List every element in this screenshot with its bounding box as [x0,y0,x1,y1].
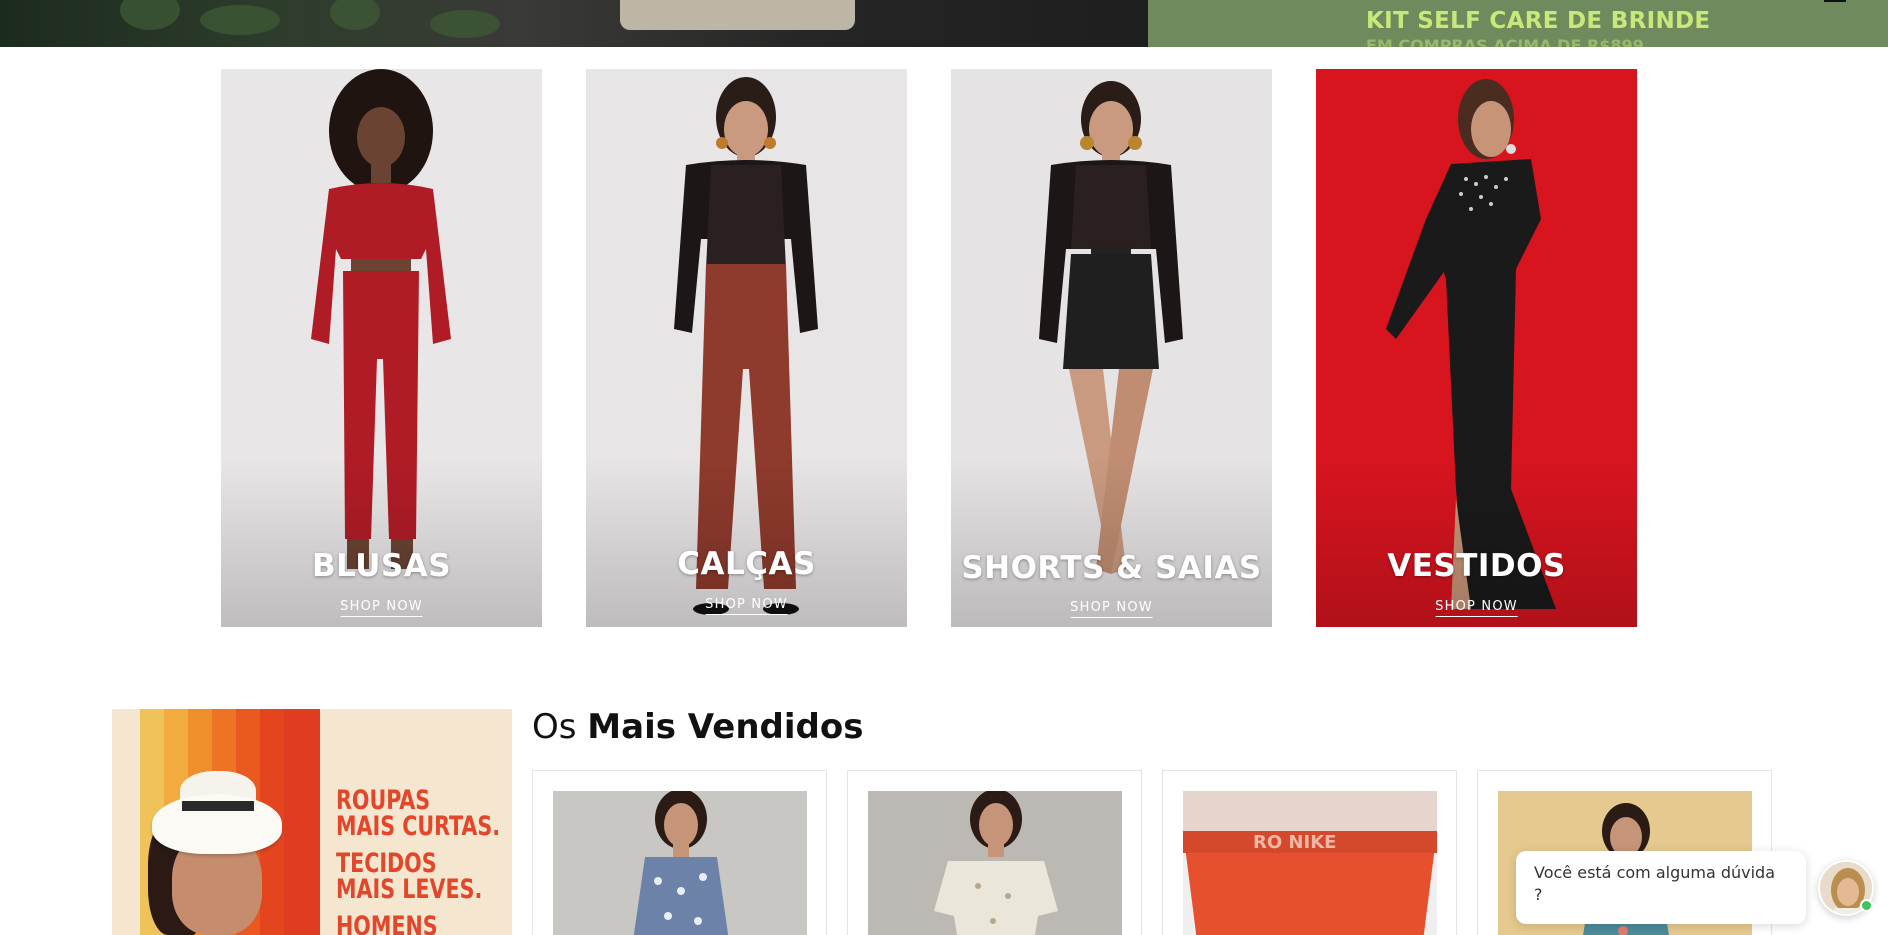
product-card[interactable]: RO NIKE [1162,770,1457,935]
online-status-icon [1860,899,1873,912]
category-title: SHORTS & SAIAS [961,550,1262,586]
product-image [868,791,1122,935]
hero-model-figure [620,0,855,30]
hero-image-left [0,0,1148,47]
chat-message: Você está com alguma dúvida ? [1534,863,1776,904]
promo-title: KIT SELF CARE DE BRINDE [1366,8,1711,34]
section-title-best-sellers: Os Mais Vendidos [532,707,864,747]
shop-now-link[interactable]: SHOP NOW [1070,600,1153,618]
product-card[interactable] [847,770,1142,935]
hero-banner-strip[interactable]: KIT SELF CARE DE BRINDE EM COMPRAS ACIMA… [0,0,1888,47]
menu-icon[interactable] [1824,0,1846,2]
category-card-blusas[interactable]: BLUSAS SHOP NOW [221,69,542,627]
product-image: RO NIKE [1183,791,1437,935]
side-promo-banner[interactable]: ROUPAS MAIS CURTAS. TECIDOS MAIS LEVES. … [112,709,512,935]
category-title: VESTIDOS [1387,548,1566,584]
category-card-calcas[interactable]: CALÇAS SHOP NOW [586,69,907,627]
banner-line-5: HOMENS [336,911,438,935]
shop-now-link[interactable]: SHOP NOW [705,597,788,615]
product-image [553,791,807,935]
category-card-shorts-saias[interactable]: SHORTS & SAIAS SHOP NOW [951,69,1272,627]
category-card-vestidos[interactable]: VESTIDOS SHOP NOW [1316,69,1637,627]
shop-now-link[interactable]: SHOP NOW [1435,599,1518,617]
svg-text:RO NIKE: RO NIKE [1253,832,1336,853]
banner-line-2: MAIS CURTAS. [336,811,501,842]
shop-now-link[interactable]: SHOP NOW [340,599,423,617]
category-title: CALÇAS [677,546,816,582]
category-title: BLUSAS [311,548,452,584]
banner-line-4: MAIS LEVES. [336,874,483,905]
chat-bubble[interactable]: Você está com alguma dúvida ? [1516,851,1806,924]
promo-banner[interactable]: KIT SELF CARE DE BRINDE EM COMPRAS ACIMA… [1148,0,1888,47]
product-card[interactable] [532,770,827,935]
promo-subtitle: EM COMPRAS ACIMA DE R$899 [1366,36,1644,47]
